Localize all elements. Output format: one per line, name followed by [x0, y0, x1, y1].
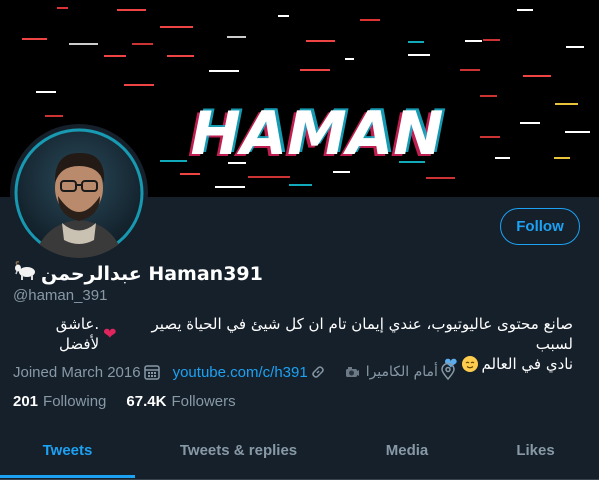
- followers-label: Followers: [171, 392, 236, 410]
- tab-tweets-replies[interactable]: Tweets & replies: [135, 423, 342, 477]
- joined-date: Joined March 2016: [13, 363, 161, 381]
- followers-count: 67.4K: [126, 392, 167, 410]
- camera-icon: [345, 367, 359, 377]
- bio-text-1: صانع محتوى عاليوتيوب، عندي إيمان تام ان …: [151, 315, 573, 353]
- camera-item: [344, 364, 360, 380]
- display-name: عبدالرحمن Haman391: [41, 263, 263, 285]
- location-text: أمام الكاميرا: [365, 364, 438, 380]
- tab-media[interactable]: Media: [342, 423, 472, 477]
- tab-tweets[interactable]: Tweets: [0, 423, 135, 477]
- link-icon: [311, 366, 324, 378]
- follow-button[interactable]: Follow: [500, 208, 580, 245]
- location-item: أمام الكاميرا: [366, 363, 456, 381]
- red-heart-icon: ❤: [103, 324, 117, 343]
- website-item: youtube.com/c/h391: [173, 364, 326, 381]
- profile-meta: Joined March 2016 youtube.com/c/h391 أما…: [13, 362, 456, 382]
- avatar-frame: [10, 124, 148, 262]
- following-link[interactable]: 201 Following: [13, 393, 106, 410]
- profile-tabs: Tweets Tweets & replies Media Likes: [0, 423, 599, 480]
- bio-text-1-end: .عاشق لأفضل: [55, 315, 100, 353]
- website-link[interactable]: youtube.com/c/h391: [173, 364, 308, 381]
- avatar[interactable]: [14, 128, 144, 258]
- following-label: Following: [43, 392, 107, 410]
- tab-likes[interactable]: Likes: [472, 423, 599, 477]
- joined-text: Joined March 2016: [13, 363, 141, 381]
- bio-text-2: نادي في العالم: [481, 355, 573, 373]
- relieved-face-icon: [461, 356, 478, 372]
- active-tab-indicator: [0, 475, 135, 478]
- avatar-photo: [14, 128, 144, 258]
- banner-title: HAMAN: [190, 99, 443, 169]
- follow-stats: 201 Following 67.4K Followers: [13, 391, 236, 411]
- following-count: 201: [13, 392, 39, 410]
- bio-line: صانع محتوى عاليوتيوب، عندي إيمان تام ان …: [13, 314, 573, 354]
- display-name-row: عبدالرحمن Haman391: [13, 261, 263, 287]
- user-handle: @haman_391: [13, 287, 108, 304]
- calendar-icon: [143, 365, 160, 380]
- goat-icon: [13, 261, 37, 287]
- location-icon: [441, 363, 455, 381]
- followers-link[interactable]: 67.4K Followers: [126, 393, 235, 410]
